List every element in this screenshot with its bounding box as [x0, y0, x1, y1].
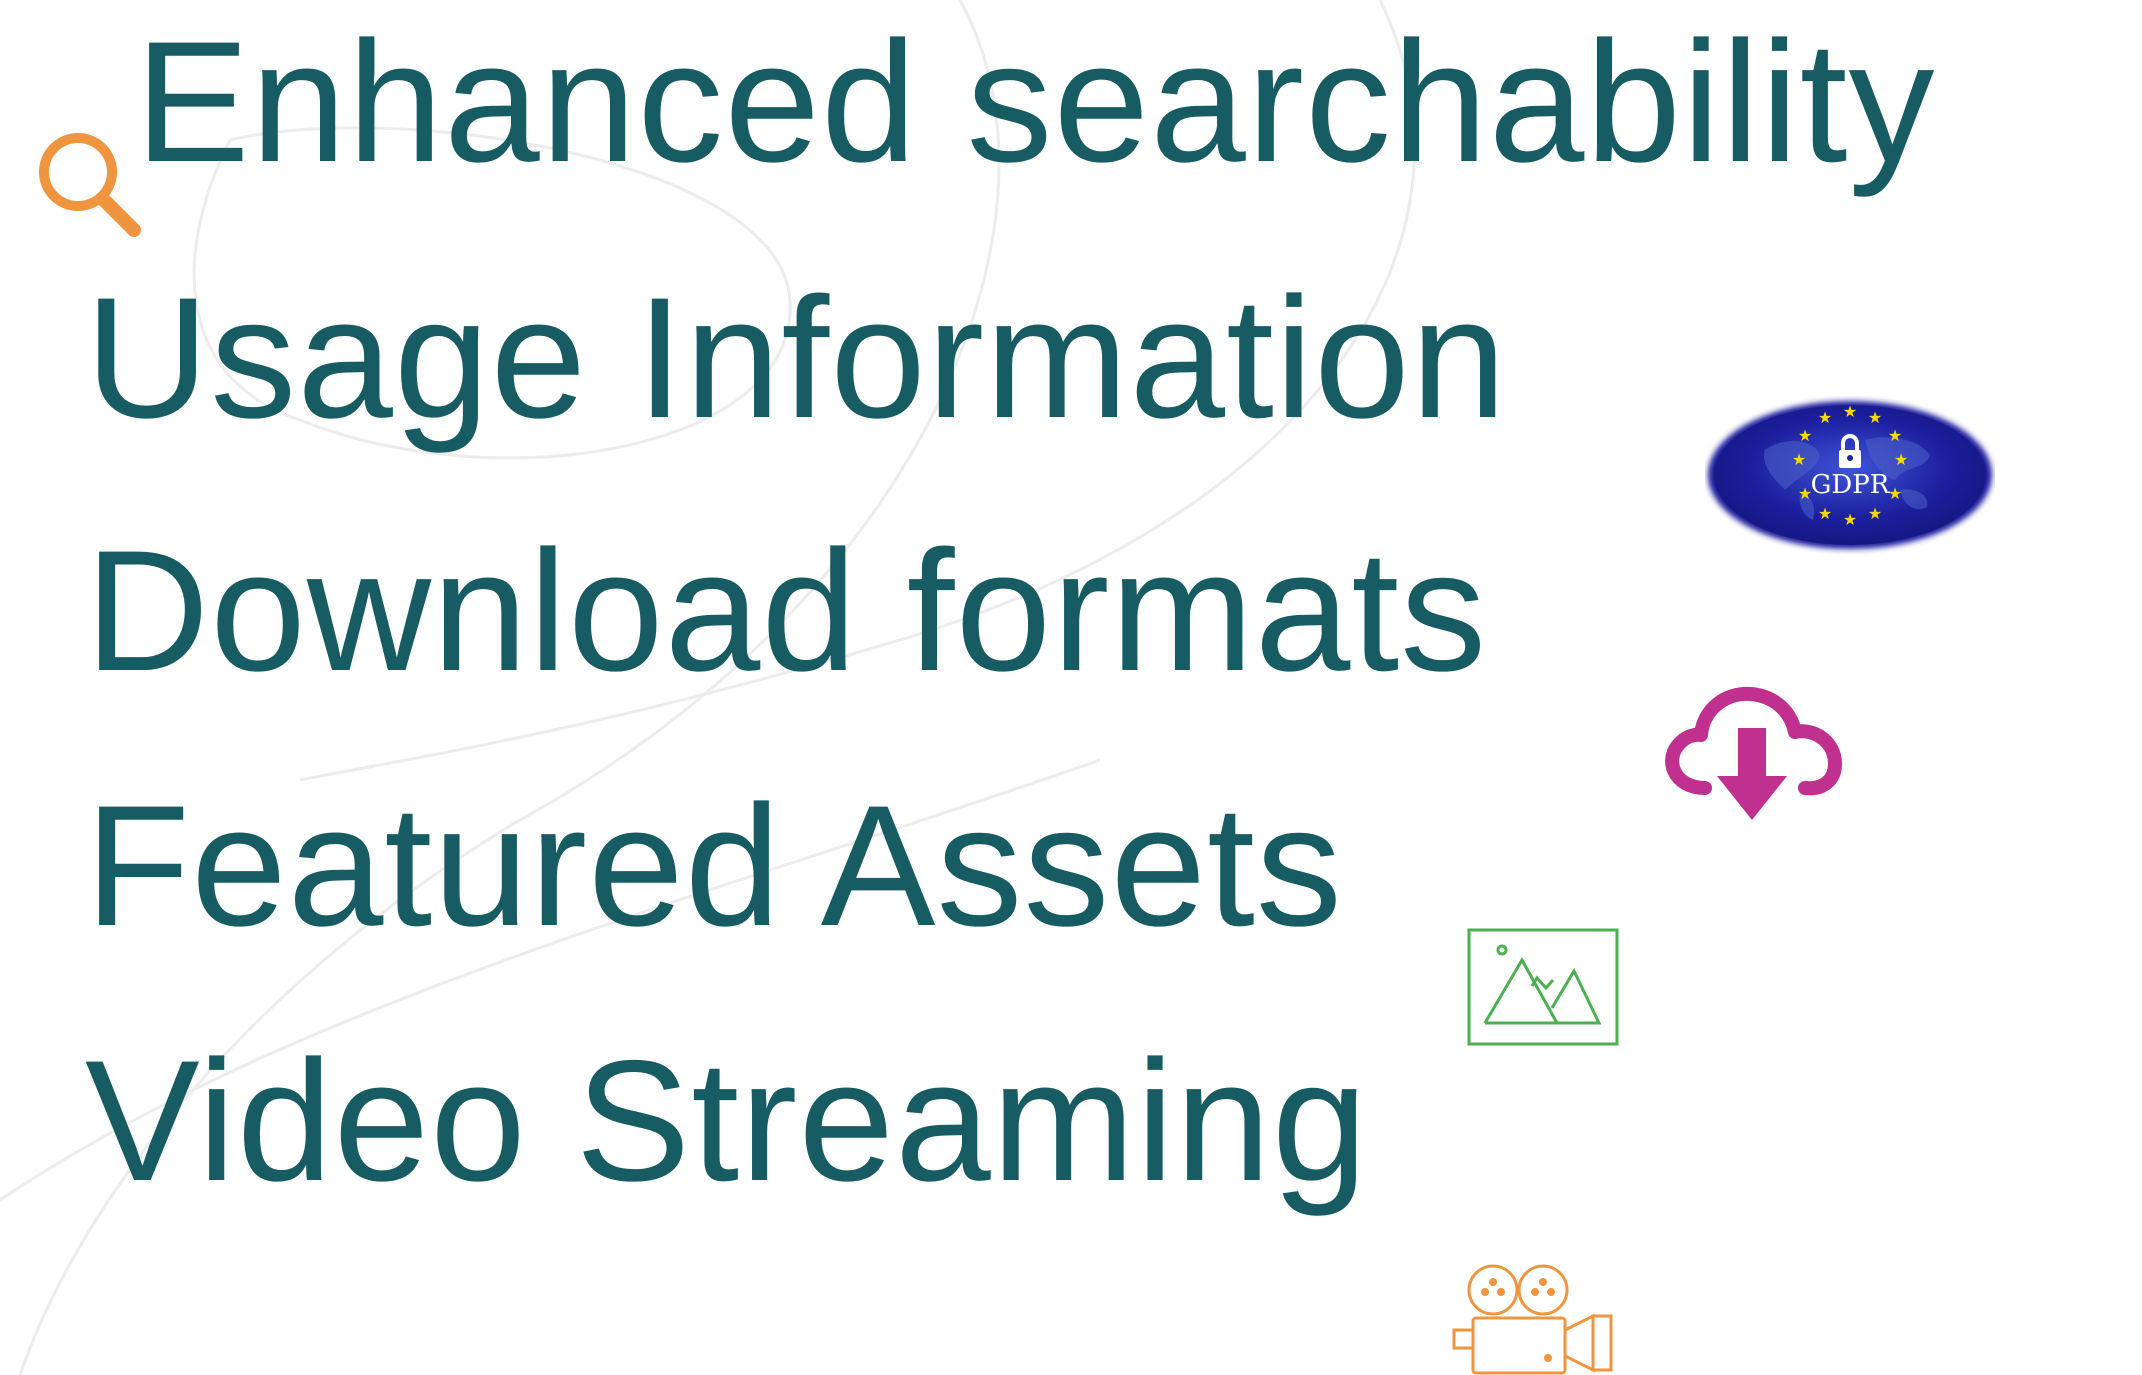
slide: Enhanced searchability Usage Information… — [0, 0, 2142, 1375]
feature-video-streaming: Video Streaming — [85, 1025, 1369, 1217]
feature-enhanced-searchability: Enhanced searchability — [135, 6, 1936, 198]
gdpr-text: GDPR — [1811, 470, 1891, 500]
svg-text:★: ★ — [1843, 510, 1857, 529]
svg-text:★: ★ — [1818, 408, 1832, 427]
gdpr-badge: ★ ★ ★ ★ ★ ★ ★ ★ ★ ★ ★ ★ GDPR — [1708, 401, 1992, 549]
video-camera-icon — [1452, 1264, 1613, 1375]
svg-text:★: ★ — [1868, 504, 1882, 523]
svg-text:★: ★ — [1888, 484, 1902, 503]
svg-text:★: ★ — [1798, 426, 1812, 445]
feature-featured-assets: Featured Assets — [85, 770, 1343, 962]
image-icon — [1467, 928, 1619, 1046]
cloud-download-icon — [1665, 686, 1842, 820]
svg-text:★: ★ — [1894, 450, 1908, 469]
svg-text:★: ★ — [1818, 504, 1832, 523]
feature-download-formats: Download formats — [85, 515, 1488, 707]
svg-text:★: ★ — [1843, 402, 1857, 421]
svg-text:★: ★ — [1868, 408, 1882, 427]
svg-text:★: ★ — [1888, 426, 1902, 445]
feature-usage-information: Usage Information — [85, 262, 1508, 454]
search-icon — [39, 133, 141, 237]
svg-text:★: ★ — [1792, 450, 1806, 469]
